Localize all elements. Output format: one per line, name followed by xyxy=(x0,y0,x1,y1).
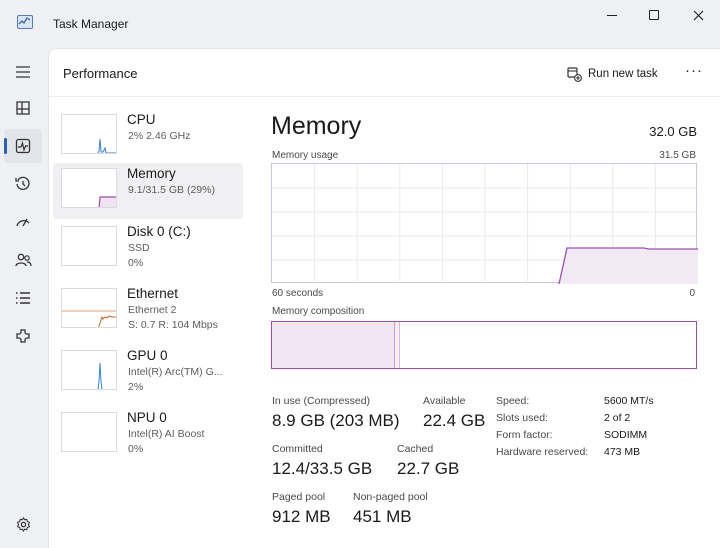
graph-time-zero: 0 xyxy=(689,288,695,299)
page-header: Performance Run new task ··· xyxy=(49,49,720,97)
maximize-icon xyxy=(649,10,659,20)
detail-title: Memory xyxy=(271,112,362,140)
memory-usage-label: Memory usage xyxy=(272,150,339,161)
memory-composition-label: Memory composition xyxy=(272,306,365,317)
rail-item-performance[interactable] xyxy=(4,129,42,163)
main-panel: Performance Run new task ··· CPU 2% 2.46… xyxy=(48,48,720,548)
close-button[interactable] xyxy=(676,0,720,30)
memory-usage-max: 31.5 GB xyxy=(659,150,696,161)
rail-item-settings[interactable] xyxy=(4,507,42,541)
resource-name: Disk 0 (C:) xyxy=(127,224,191,239)
minimize-button[interactable] xyxy=(590,0,634,30)
resource-detail: 2% 2.46 GHz xyxy=(128,130,191,142)
resource-name: GPU 0 xyxy=(127,348,168,363)
resource-list: CPU 2% 2.46 GHz Memory 9.1/31.5 GB (29%)… xyxy=(49,97,249,548)
npu-thumbnail-graph xyxy=(61,412,117,452)
committed-value: 12.4/33.5 GB xyxy=(272,459,373,478)
in-use-value: 8.9 GB (203 MB) xyxy=(272,411,400,430)
startup-icon xyxy=(16,218,30,227)
committed-label: Committed xyxy=(272,443,323,455)
rail-item-startup-apps[interactable] xyxy=(4,205,42,239)
resource-item-disk[interactable]: Disk 0 (C:) SSD 0% xyxy=(53,221,243,277)
rail-item-users[interactable] xyxy=(4,243,42,277)
resource-detail: Ethernet 2 xyxy=(128,304,177,316)
cpu-thumbnail-graph xyxy=(61,114,117,154)
resource-name: NPU 0 xyxy=(127,410,167,425)
resource-name: CPU xyxy=(127,112,156,127)
resource-name: Memory xyxy=(127,166,176,181)
resource-detail: Intel(R) Arc(TM) G... xyxy=(128,366,223,378)
paged-pool-value: 912 MB xyxy=(272,507,331,526)
performance-icon xyxy=(15,138,31,154)
resource-item-gpu[interactable]: GPU 0 Intel(R) Arc(TM) G... 2% xyxy=(53,345,243,401)
resource-item-cpu[interactable]: CPU 2% 2.46 GHz xyxy=(53,109,243,165)
title-bar: Task Manager xyxy=(0,0,720,48)
memory-thumbnail-graph xyxy=(61,168,117,208)
graph-time-span: 60 seconds xyxy=(272,288,324,299)
rail-item-processes[interactable] xyxy=(4,91,42,125)
minimize-icon xyxy=(607,14,617,16)
gpu-thumbnail-graph xyxy=(61,350,117,390)
cached-label: Cached xyxy=(397,443,434,455)
resource-detail-2: 0% xyxy=(128,443,144,455)
resource-detail-2: 0% xyxy=(128,257,144,269)
disk-thumbnail-graph xyxy=(61,226,117,266)
navigation-rail xyxy=(0,48,48,548)
resource-detail: 9.1/31.5 GB (29%) xyxy=(128,184,215,196)
rail-item-services[interactable] xyxy=(4,319,42,353)
resource-detail: SSD xyxy=(128,242,150,254)
memory-usage-graph xyxy=(271,163,698,284)
page-title: Performance xyxy=(63,66,138,81)
memory-detail: Memory 32.0 GB Memory usage 31.5 GB 60 s… xyxy=(271,97,709,548)
non-paged-pool-value: 451 MB xyxy=(353,507,412,526)
total-memory: 32.0 GB xyxy=(649,124,697,139)
speed-value: 5600 MT/s xyxy=(604,395,654,407)
resource-name: Ethernet xyxy=(127,286,179,301)
details-icon xyxy=(16,292,30,304)
composition-modified xyxy=(394,322,401,368)
window-title: Task Manager xyxy=(53,17,129,31)
memory-usage-area xyxy=(559,248,698,284)
resource-item-npu[interactable]: NPU 0 Intel(R) AI Boost 0% xyxy=(53,407,243,463)
hardware-reserved-label: Hardware reserved: xyxy=(496,446,589,458)
rail-item-details[interactable] xyxy=(4,281,42,315)
resource-item-memory[interactable]: Memory 9.1/31.5 GB (29%) xyxy=(53,163,243,219)
available-label: Available xyxy=(423,395,466,407)
form-factor-value: SODIMM xyxy=(604,429,648,441)
available-value: 22.4 GB xyxy=(423,411,486,430)
maximize-button[interactable] xyxy=(632,0,676,30)
resource-item-ethernet[interactable]: Ethernet Ethernet 2 S: 0.7 R: 104 Mbps xyxy=(53,283,243,339)
resource-detail-2: S: 0.7 R: 104 Mbps xyxy=(128,319,218,331)
menu-icon xyxy=(16,66,30,78)
hamburger-menu-button[interactable] xyxy=(4,55,42,89)
resource-detail-2: 2% xyxy=(128,381,144,393)
slots-used-label: Slots used: xyxy=(496,412,548,424)
speed-label: Speed: xyxy=(496,395,530,407)
resource-detail: Intel(R) AI Boost xyxy=(128,428,205,440)
run-task-icon xyxy=(567,66,582,82)
non-paged-pool-label: Non-paged pool xyxy=(353,491,428,503)
gear-icon xyxy=(16,516,30,532)
form-factor-label: Form factor: xyxy=(496,429,553,441)
ethernet-thumbnail-graph xyxy=(61,288,117,328)
more-options-button[interactable]: ··· xyxy=(685,62,703,79)
run-new-task-label: Run new task xyxy=(588,68,658,80)
users-icon xyxy=(14,253,32,267)
memory-composition-bar xyxy=(271,321,697,369)
paged-pool-label: Paged pool xyxy=(272,491,326,503)
in-use-label: In use (Compressed) xyxy=(272,395,371,407)
run-new-task-button[interactable]: Run new task xyxy=(567,64,658,84)
processes-icon xyxy=(16,101,30,115)
hardware-reserved-value: 473 MB xyxy=(604,446,641,458)
history-icon xyxy=(15,176,30,190)
services-icon xyxy=(16,329,30,343)
close-icon xyxy=(693,10,703,20)
task-manager-icon xyxy=(17,15,33,29)
rail-item-app-history[interactable] xyxy=(4,167,42,201)
cached-value: 22.7 GB xyxy=(397,459,460,478)
composition-in-use xyxy=(272,322,395,368)
slots-used-value: 2 of 2 xyxy=(604,412,631,424)
